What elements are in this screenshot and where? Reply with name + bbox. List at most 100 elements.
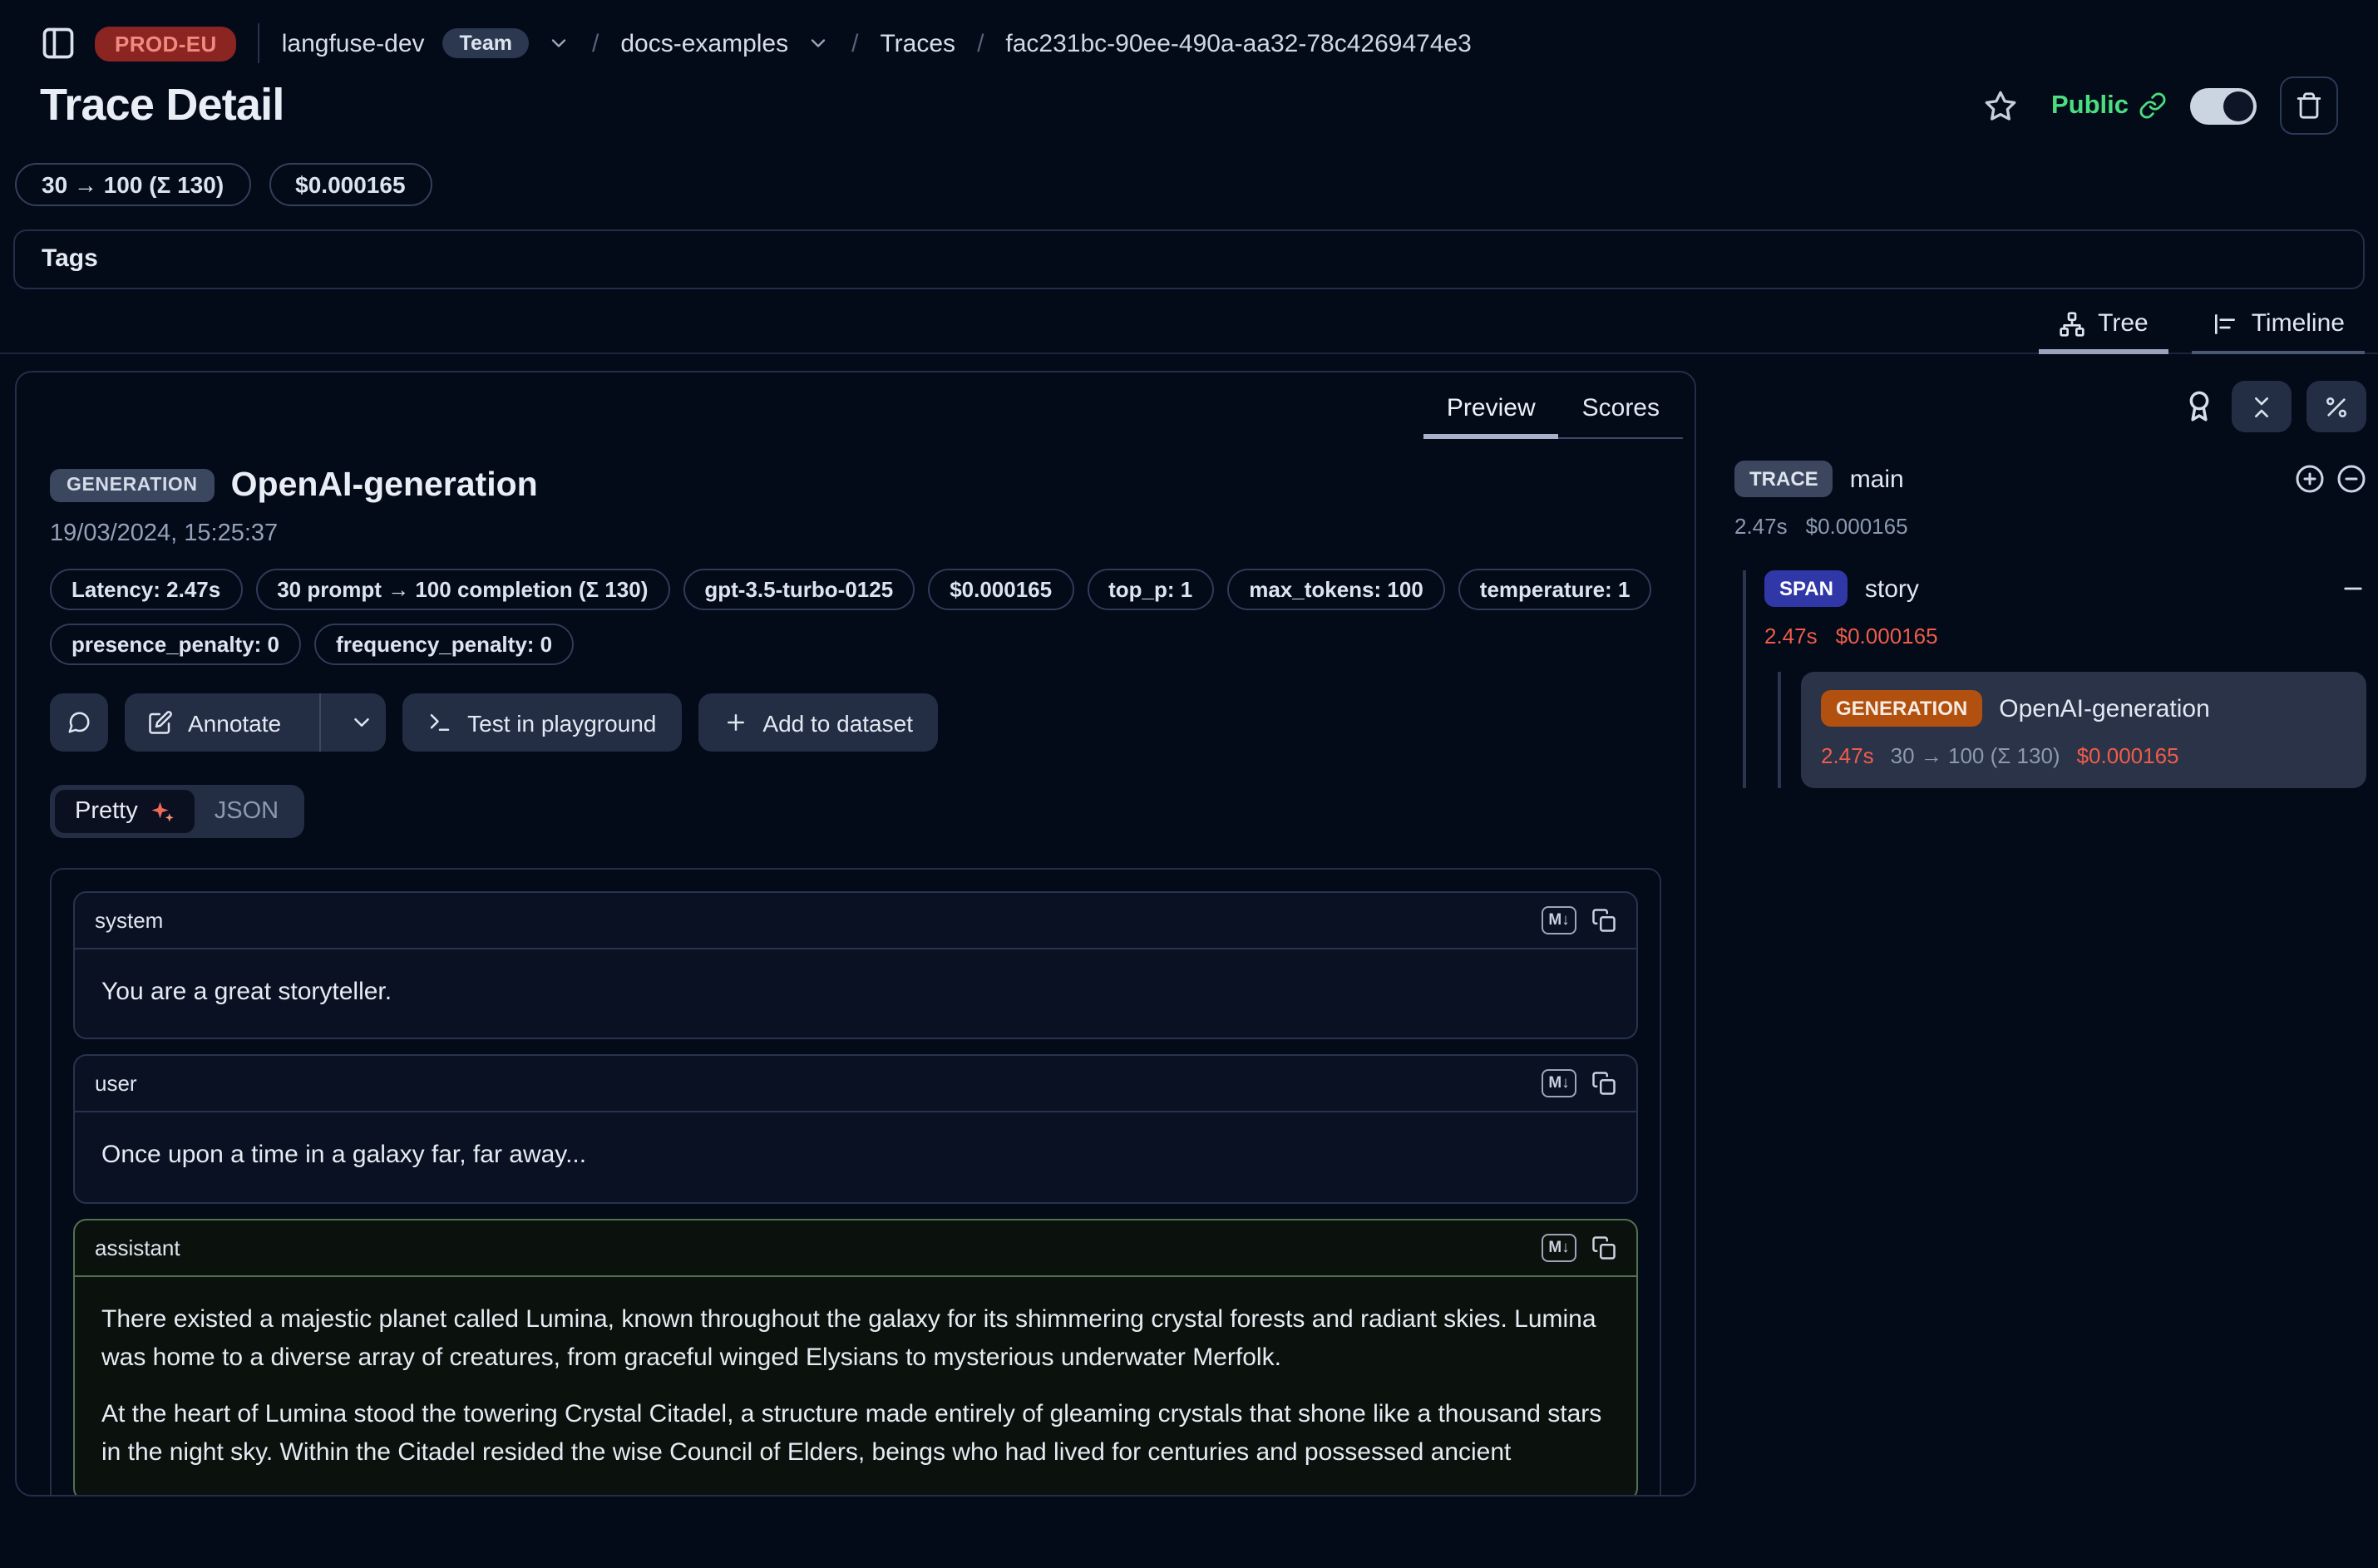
annotate-split-button: Annotate <box>125 693 386 752</box>
divider <box>319 693 321 752</box>
chevron-down-icon[interactable] <box>807 32 830 55</box>
plus-circle-icon[interactable] <box>2295 464 2325 494</box>
max-tokens-badge: max_tokens: 100 <box>1227 569 1445 610</box>
tab-scores[interactable]: Scores <box>1559 386 1683 439</box>
copy-icon[interactable] <box>1591 908 1616 933</box>
message-role: system <box>95 908 163 933</box>
breadcrumb-org[interactable]: langfuse-dev <box>282 29 425 57</box>
assistant-paragraph-1: There existed a majestic planet called L… <box>101 1299 1610 1377</box>
observation-badges-row2: presence_penalty: 0 frequency_penalty: 0 <box>50 624 1661 665</box>
message-user: user M↓ Once upon a time in a galaxy far… <box>73 1055 1638 1204</box>
message-tools: M↓ <box>1542 1070 1616 1098</box>
public-link[interactable]: Public <box>2051 91 2167 121</box>
add-to-dataset-label: Add to dataset <box>762 709 913 736</box>
chevron-down-icon[interactable] <box>547 32 570 55</box>
playground-button[interactable]: Test in playground <box>402 693 681 752</box>
plus-icon <box>723 710 747 735</box>
chevron-down-icon <box>348 710 373 735</box>
message-assistant: assistant M↓ There existed a majestic pl… <box>73 1218 1638 1497</box>
collapse-all-button[interactable] <box>2232 381 2292 432</box>
add-to-dataset-button[interactable]: Add to dataset <box>698 693 938 752</box>
star-icon[interactable] <box>1985 89 2018 122</box>
copy-icon[interactable] <box>1591 1235 1616 1260</box>
toggle-knob <box>2223 91 2253 121</box>
assistant-paragraph-2: At the heart of Lumina stood the towerin… <box>101 1395 1610 1472</box>
breadcrumb-separator: / <box>977 29 984 57</box>
message-header: system M↓ <box>75 893 1636 949</box>
markdown-toggle-icon[interactable]: M↓ <box>1542 1233 1576 1261</box>
format-toggle: Pretty JSON <box>50 785 303 838</box>
annotate-dropdown-button[interactable] <box>336 693 386 752</box>
trace-children: SPAN story 2.47s $0.000165 GENERATION Op… <box>1743 570 2366 788</box>
sidebar-toggle-icon[interactable] <box>40 25 76 62</box>
message-content: There existed a majestic planet called L… <box>75 1276 1636 1497</box>
sparkles-icon <box>150 799 175 824</box>
generation-cost: $0.000165 <box>2077 743 2179 768</box>
message-content: You are a great storyteller. <box>75 949 1636 1038</box>
trace-cost: $0.000165 <box>1806 514 1908 539</box>
comment-button[interactable] <box>50 693 108 752</box>
tree-icon <box>2058 310 2084 337</box>
tab-tree[interactable]: Tree <box>2038 309 2168 353</box>
copy-icon[interactable] <box>1591 1072 1616 1097</box>
breadcrumb-project[interactable]: docs-examples <box>620 29 788 57</box>
metrics-percent-button[interactable] <box>2306 381 2366 432</box>
tags-section[interactable]: Tags <box>13 229 2365 289</box>
token-usage-badge: 30 → 100 (Σ 130) <box>15 163 250 206</box>
content: Preview Scores GENERATION OpenAI-generat… <box>0 354 2378 1497</box>
observation-body: GENERATION OpenAI-generation 19/03/2024,… <box>17 466 1695 1497</box>
trace-summary: 30 → 100 (Σ 130) $0.000165 <box>0 135 2378 206</box>
generation-latency: 2.47s <box>1821 743 1874 768</box>
observation-badges-row1: Latency: 2.47s 30 prompt → 100 completio… <box>50 569 1661 610</box>
public-label: Public <box>2051 91 2129 121</box>
observation-name: OpenAI-generation <box>231 466 538 505</box>
trace-controls <box>2295 464 2366 494</box>
annotate-label: Annotate <box>188 709 281 736</box>
span-cost: $0.000165 <box>1836 624 1938 648</box>
tree-node-generation-selected[interactable]: GENERATION OpenAI-generation 2.47s 30 → … <box>1801 672 2366 788</box>
playground-label: Test in playground <box>467 709 656 736</box>
tab-preview[interactable]: Preview <box>1423 386 1559 439</box>
tree-node-span[interactable]: SPAN story <box>1764 570 2366 607</box>
environment-badge: PROD-EU <box>95 26 237 61</box>
span-metrics: 2.47s $0.000165 <box>1764 624 2366 648</box>
presence-penalty-badge: presence_penalty: 0 <box>50 624 301 665</box>
messages-container: system M↓ You are a great storyteller. <box>50 868 1661 1497</box>
pretty-label: Pretty <box>75 798 138 825</box>
message-header: user M↓ <box>75 1057 1636 1113</box>
percent-icon <box>2323 393 2350 420</box>
annotate-pen-icon <box>148 710 173 735</box>
message-tools: M↓ <box>1542 906 1616 934</box>
generation-row: GENERATION OpenAI-generation <box>1821 690 2346 727</box>
breadcrumb-traces[interactable]: Traces <box>880 29 955 57</box>
delete-button[interactable] <box>2280 76 2338 135</box>
markdown-toggle-icon[interactable]: M↓ <box>1542 906 1576 934</box>
tab-timeline-label: Timeline <box>2252 309 2345 338</box>
trace-metrics: 2.47s $0.000165 <box>1734 514 2366 539</box>
message-tools: M↓ <box>1542 1233 1616 1261</box>
award-icon[interactable] <box>2182 389 2217 424</box>
tree-toolbar <box>1734 371 2366 432</box>
public-toggle[interactable] <box>2190 87 2257 124</box>
message-role: assistant <box>95 1235 180 1260</box>
top-p-badge: top_p: 1 <box>1087 569 1214 610</box>
format-json-button[interactable]: JSON <box>195 790 298 833</box>
collapse-node-icon[interactable] <box>2340 575 2366 602</box>
minus-circle-icon[interactable] <box>2336 464 2366 494</box>
tab-tree-label: Tree <box>2098 309 2149 338</box>
breadcrumb-separator: / <box>851 29 858 57</box>
annotate-button[interactable]: Annotate <box>125 693 304 752</box>
markdown-toggle-icon[interactable]: M↓ <box>1542 1070 1576 1098</box>
trace-latency: 2.47s <box>1734 514 1788 539</box>
observation-type-badge: GENERATION <box>50 469 215 502</box>
tab-timeline[interactable]: Timeline <box>2192 309 2365 353</box>
format-pretty-button[interactable]: Pretty <box>55 790 195 833</box>
terminal-icon <box>427 710 452 735</box>
tree-node-trace[interactable]: TRACE main <box>1734 461 2366 497</box>
span-name: story <box>1865 574 1919 603</box>
observation-header: GENERATION OpenAI-generation <box>50 466 1661 505</box>
observation-timestamp: 19/03/2024, 15:25:37 <box>50 520 1661 547</box>
divider <box>259 23 260 63</box>
trace-tree-panel: TRACE main 2.47s $0.000165 SPAN story <box>1734 371 2378 788</box>
message-header: assistant M↓ <box>75 1220 1636 1276</box>
